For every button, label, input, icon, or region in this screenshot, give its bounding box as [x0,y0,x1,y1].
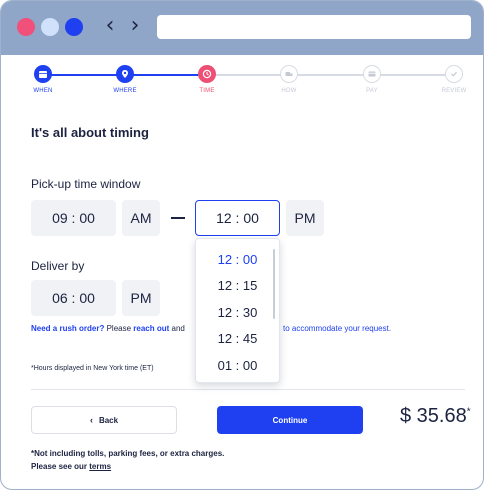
step-label: TIME [199,88,215,94]
reach-out-link[interactable]: reach out [133,324,169,333]
rush-question: Need a rush order? [31,324,105,333]
rush-order-note-tail: to accommodate your request. [283,324,392,333]
timezone-note: *Hours displayed in New York time (ET) [31,365,154,372]
calendar-icon [39,71,47,78]
time-option[interactable]: 12 : 15 [196,273,279,300]
step-where[interactable]: WHERE [105,65,145,94]
step-label: HOW [281,88,297,94]
step-label: PAY [366,88,378,94]
price-asterisk: * [466,406,471,418]
forward-arrow-icon[interactable]: › [126,14,144,38]
clock-icon [202,69,212,79]
rush-please: Please [104,324,134,333]
back-button-label: Back [98,415,119,425]
terms-prefix: Please see our [31,462,90,471]
maximize-window-button[interactable] [65,18,83,36]
close-window-button[interactable] [17,18,35,36]
step-time[interactable]: TIME [187,65,227,94]
step-pay[interactable]: PAY [352,65,392,94]
time-option[interactable]: 01 : 00 [196,352,279,379]
price-amount: $ 35.68 [400,405,467,427]
charges-note: *Not including tolls, parking fees, or e… [31,449,225,458]
time-option[interactable]: 12 : 00 [196,246,279,273]
divider [31,389,465,390]
pickup-from-period-field[interactable]: AM [122,200,160,236]
back-button[interactable]: ‹ Back [31,406,177,434]
pickup-to-time-field[interactable]: 12 : 00 [195,200,280,236]
deliver-period-field[interactable]: PM [122,280,160,316]
deliver-by-label: Deliver by [31,259,85,273]
page-title: It's all about timing [31,125,149,140]
time-option[interactable]: 12 : 45 [196,326,279,353]
time-option[interactable]: 12 : 30 [196,299,279,326]
step-label: WHERE [113,88,137,94]
pickup-to-period-field[interactable]: PM [286,200,324,236]
dropdown-scrollbar[interactable] [273,249,275,319]
truck-icon [285,72,293,76]
map-pin-icon [122,70,128,78]
step-when[interactable]: WHEN [23,65,63,94]
terms-note: Please see our terms [31,462,111,471]
deliver-time-field[interactable]: 06 : 00 [31,280,116,316]
chevron-left-icon: ‹ [89,415,93,425]
pickup-window-label: Pick-up time window [31,177,141,191]
terms-link[interactable]: terms [89,462,111,471]
address-bar[interactable] [157,15,471,39]
pickup-from-time-field[interactable]: 09 : 00 [31,200,116,236]
range-dash [171,217,185,219]
rush-and: and [169,324,185,333]
minimize-window-button[interactable] [41,18,59,36]
time-dropdown[interactable]: 12 : 00 12 : 15 12 : 30 12 : 45 01 : 00 [195,238,280,383]
browser-window: ‹ › WHEN WHERE TIME HOW PAY REVIEW It's … [0,0,484,490]
step-how[interactable]: HOW [269,65,309,94]
back-arrow-icon[interactable]: ‹ [101,14,119,38]
step-label: WHEN [33,88,53,94]
check-icon [451,71,457,77]
step-review[interactable]: REVIEW [434,65,474,94]
step-label: REVIEW [441,88,467,94]
title-bar: ‹ › [1,1,483,55]
total-price: $ 35.68* [400,405,471,428]
card-icon [368,71,376,77]
progress-stepper: WHEN WHERE TIME HOW PAY REVIEW [1,55,483,105]
continue-button[interactable]: Continue [217,406,363,434]
rush-order-note: Need a rush order? Please reach out and [31,324,185,333]
